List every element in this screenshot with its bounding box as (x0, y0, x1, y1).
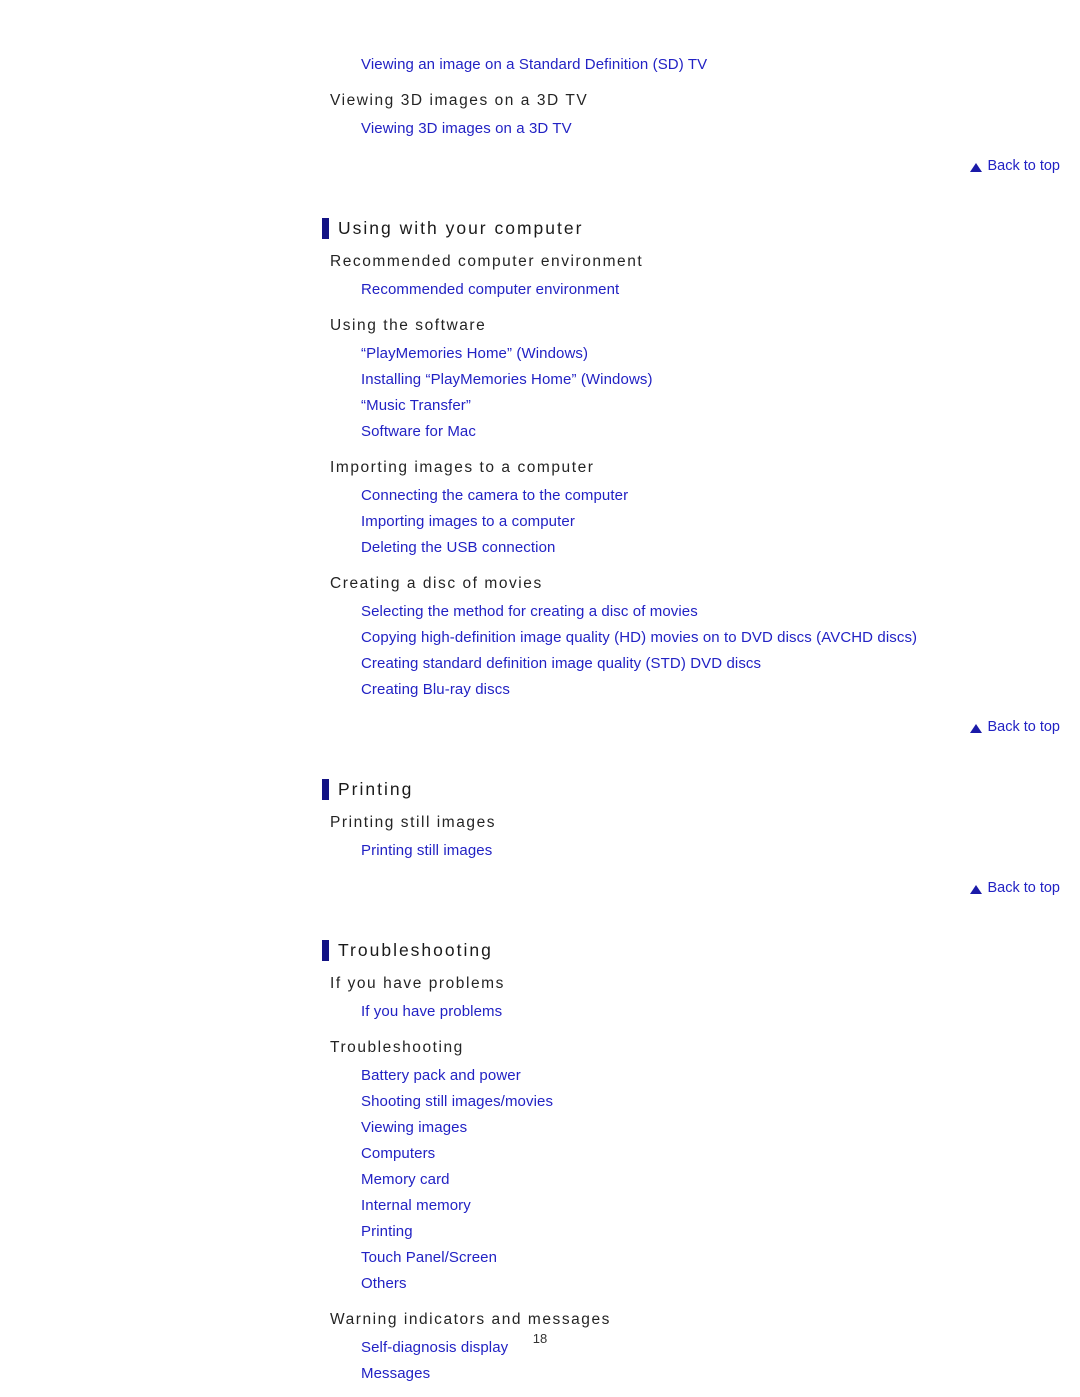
toc-content: Viewing an image on a Standard Definitio… (322, 0, 1060, 1387)
section-accent-bar (322, 779, 329, 800)
section-header-printing: Printing (322, 779, 1060, 800)
toc-sub-heading: Recommended computer environment (330, 253, 644, 270)
toc-sub-heading: Importing images to a computer (330, 459, 595, 476)
document-page: Viewing an image on a Standard Definitio… (0, 0, 1080, 1397)
toc-sub-heading: Troubleshooting (330, 1039, 464, 1056)
toc-link[interactable]: Deleting the USB connection (361, 535, 1060, 561)
toc-link[interactable]: “Music Transfer” (361, 393, 1060, 419)
toc-sub-heading: Creating a disc of movies (330, 575, 543, 592)
toc-link[interactable]: Importing images to a computer (361, 509, 1060, 535)
section-title: Troubleshooting (338, 940, 493, 960)
triangle-up-icon (970, 723, 983, 733)
toc-top-links: Viewing an image on a Standard Definitio… (330, 0, 1060, 78)
toc-link[interactable]: Shooting still images/movies (361, 1089, 1060, 1115)
section-title: Printing (338, 779, 414, 799)
toc-link[interactable]: Software for Mac (361, 419, 1060, 445)
back-to-top-link[interactable]: Back to top (970, 880, 1060, 896)
toc-link[interactable]: Internal memory (361, 1193, 1060, 1219)
toc-link[interactable]: Computers (361, 1141, 1060, 1167)
back-to-top-label: Back to top (987, 880, 1060, 896)
toc-link[interactable]: Touch Panel/Screen (361, 1245, 1060, 1271)
toc-link[interactable]: Viewing 3D images on a 3D TV (361, 116, 1060, 142)
section-header-troubleshooting: Troubleshooting (322, 940, 1060, 961)
back-to-top-link[interactable]: Back to top (970, 719, 1060, 735)
toc-link[interactable]: Memory card (361, 1167, 1060, 1193)
toc-link[interactable]: Copying high-definition image quality (H… (361, 625, 1060, 651)
toc-link[interactable]: “PlayMemories Home” (Windows) (361, 341, 1060, 367)
toc-link[interactable]: Printing still images (361, 838, 1060, 864)
back-to-top-row: Back to top (330, 880, 1060, 896)
toc-sub-heading: Using the software (330, 317, 487, 334)
toc-link[interactable]: Printing (361, 1219, 1060, 1245)
toc-link[interactable]: Viewing an image on a Standard Definitio… (361, 52, 1060, 78)
toc-sub-heading: Printing still images (330, 814, 497, 831)
back-to-top-label: Back to top (987, 158, 1060, 174)
toc-link[interactable]: Viewing images (361, 1115, 1060, 1141)
section-header-using-with-your-computer: Using with your computer (322, 218, 1060, 239)
toc-link[interactable]: Creating Blu-ray discs (361, 677, 1060, 703)
toc-sub-heading: Viewing 3D images on a 3D TV (330, 92, 589, 109)
section-title: Using with your computer (338, 218, 584, 238)
triangle-up-icon (970, 162, 983, 172)
toc-link[interactable]: Creating standard definition image quali… (361, 651, 1060, 677)
back-to-top-row: Back to top (330, 719, 1060, 735)
section-accent-bar (322, 218, 329, 239)
toc-link[interactable]: Others (361, 1271, 1060, 1297)
back-to-top-link[interactable]: Back to top (970, 158, 1060, 174)
toc-link[interactable]: Installing “PlayMemories Home” (Windows) (361, 367, 1060, 393)
toc-sub-heading: If you have problems (330, 975, 505, 992)
toc-link[interactable]: Connecting the camera to the computer (361, 483, 1060, 509)
toc-link[interactable]: Selecting the method for creating a disc… (361, 599, 1060, 625)
back-to-top-label: Back to top (987, 719, 1060, 735)
back-to-top-row: Back to top (330, 158, 1060, 174)
toc-link[interactable]: Recommended computer environment (361, 277, 1060, 303)
toc-sub-heading: Warning indicators and messages (330, 1311, 611, 1328)
page-number: 18 (532, 1331, 548, 1346)
toc-link[interactable]: Battery pack and power (361, 1063, 1060, 1089)
triangle-up-icon (970, 884, 983, 894)
toc-link[interactable]: Messages (361, 1361, 1060, 1387)
toc-link[interactable]: If you have problems (361, 999, 1060, 1025)
section-accent-bar (322, 940, 329, 961)
